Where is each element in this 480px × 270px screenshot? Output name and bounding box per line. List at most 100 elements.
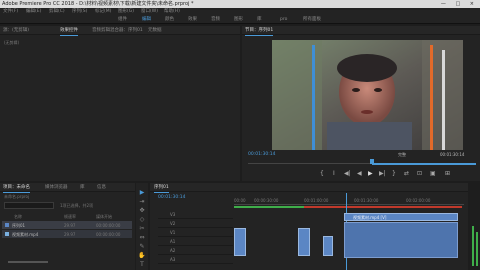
meter-left	[472, 226, 474, 266]
step-back-button[interactable]: ◀	[357, 170, 362, 177]
col-name[interactable]: 名称	[14, 214, 22, 220]
menu-graphics[interactable]: 图形(G)	[118, 8, 134, 16]
tab-audio-mixer[interactable]: 音频剪辑混合器：序列01	[92, 26, 143, 35]
menu-file[interactable]: 文件(F)	[3, 8, 18, 16]
render-bar-rendered	[234, 206, 304, 208]
track-select-tool-icon[interactable]: ⇥	[138, 198, 146, 206]
audio-meters	[470, 190, 480, 270]
meter-right	[476, 232, 478, 266]
ws-pro[interactable]: pro	[280, 16, 287, 24]
ws-audio[interactable]: 音频	[211, 16, 220, 24]
timeline-tabs: 序列01	[150, 183, 468, 193]
menu-edit[interactable]: 编辑(E)	[26, 8, 41, 16]
render-bar	[234, 206, 462, 208]
program-header: 节目：序列01	[242, 26, 480, 36]
track-header-v2[interactable]: V2	[158, 219, 233, 228]
window-controls[interactable]: — □ ×	[441, 0, 478, 8]
ws-effects[interactable]: 效果	[188, 16, 197, 24]
ws-graphics[interactable]: 图形	[234, 16, 243, 24]
extract-button[interactable]: ⊡	[417, 170, 422, 177]
timeline-timecode[interactable]: 00:01:30:14	[158, 195, 185, 200]
pen-tool-icon[interactable]: ✎	[138, 243, 146, 251]
zoom-slider[interactable]	[8, 261, 48, 263]
track-header-a2[interactable]: A2	[158, 246, 233, 255]
program-timecode[interactable]: 00:01:30:14	[248, 152, 275, 157]
rate-stretch-tool-icon[interactable]: ◇	[138, 216, 146, 224]
clip-segment[interactable]	[323, 236, 333, 256]
button-editor-button[interactable]: ⊞	[445, 170, 450, 177]
source-panel-tabs: 源：(无剪辑) 效果控件 音频剪辑混合器：序列01 元数据	[0, 26, 240, 36]
track-header-v1[interactable]: V1	[158, 228, 233, 237]
item-name: 序列01	[12, 223, 26, 228]
go-to-out-button[interactable]: }	[392, 170, 396, 177]
slip-tool-icon[interactable]: ⇔	[138, 234, 146, 242]
menu-window[interactable]: 窗口(W)	[141, 8, 158, 16]
menu-marker[interactable]: 标记(M)	[95, 8, 111, 16]
col-media-start[interactable]: 媒体开始	[96, 214, 112, 220]
tab-libraries[interactable]: 库	[80, 183, 85, 192]
col-frame-rate[interactable]: 帧速率	[64, 214, 76, 220]
list-item[interactable]: 序列01 29.97 00:00:00:00	[2, 221, 132, 229]
program-title[interactable]: 节目：序列01	[245, 26, 274, 36]
tab-info[interactable]: 信息	[97, 183, 106, 192]
workspace-bar: 组件 编辑 颜色 效果 音频 图形 库 pro 所有面板	[0, 16, 480, 24]
item-name: 视频素材.mp4	[12, 232, 39, 237]
tab-project[interactable]: 项目：未命名	[3, 183, 30, 193]
window-title: Adobe Premiere Pro CC 2018 - D:\材料\视频素材\…	[2, 1, 194, 7]
list-item[interactable]: 视频素材.mp4 29.97 00:00:00:00	[2, 230, 132, 238]
track-label: V2	[170, 221, 176, 226]
hand-tool-icon[interactable]: ✋	[138, 252, 146, 260]
clip-segment[interactable]	[298, 228, 310, 256]
menu-help[interactable]: 帮助(H)	[164, 8, 180, 16]
track-label: V1	[170, 230, 176, 235]
video-clip-icon	[5, 232, 9, 236]
track-header-a3[interactable]: A3	[158, 255, 233, 264]
ws-assembly[interactable]: 组件	[118, 16, 127, 24]
video-frame-image	[272, 40, 463, 150]
ripple-edit-tool-icon[interactable]: ✥	[138, 207, 146, 215]
ruler-label: 00:00:30:00	[254, 198, 279, 203]
ws-all-panels[interactable]: 所有面板	[303, 16, 321, 24]
mark-out-button[interactable]: I	[333, 170, 335, 177]
sequence-icon	[5, 223, 9, 227]
track-label: A2	[170, 248, 176, 253]
tab-media-browser[interactable]: 媒体浏览器	[45, 183, 68, 192]
track-header-v3[interactable]: V3	[158, 210, 233, 219]
ws-libraries[interactable]: 库	[257, 16, 262, 24]
track-label: V3	[170, 212, 176, 217]
ruler-label: 00:02:00:00	[406, 198, 431, 203]
clip-label: 视频素材.mp4 [V]	[353, 215, 387, 220]
mark-in-button[interactable]: {	[320, 170, 324, 177]
type-tool-icon[interactable]: T	[138, 261, 146, 269]
project-search-input[interactable]	[4, 202, 54, 209]
menu-clip[interactable]: 剪辑(C)	[49, 8, 65, 16]
step-forward-button[interactable]: ▶|	[379, 170, 386, 177]
project-path: 未命名.prproj	[4, 194, 30, 199]
tab-effect-controls[interactable]: 效果控件	[60, 26, 78, 36]
razor-tool-icon[interactable]: ✂	[138, 225, 146, 233]
program-fit-select[interactable]: 完整	[398, 152, 406, 158]
no-clip-label: (无剪辑)	[4, 40, 20, 45]
track-header-a1[interactable]: A1	[158, 237, 233, 246]
tab-metadata[interactable]: 元数据	[148, 26, 162, 35]
ws-editing[interactable]: 编辑	[142, 16, 151, 24]
menu-sequence[interactable]: 序列(S)	[72, 8, 87, 16]
program-scrubber[interactable]	[248, 159, 476, 165]
lift-button[interactable]: ⇄	[404, 170, 409, 177]
track-label: A1	[170, 239, 176, 244]
ws-color[interactable]: 颜色	[165, 16, 174, 24]
timeline-ruler[interactable]: 00:00 00:00:30:00 00:01:00:00 00:01:30:0…	[234, 195, 464, 205]
clip-segment[interactable]	[234, 228, 246, 256]
play-button[interactable]: ▶	[368, 170, 373, 177]
go-to-in-button[interactable]: ◀|	[344, 170, 351, 177]
tab-sequence[interactable]: 序列01	[154, 183, 169, 193]
video-clip[interactable]: 视频素材.mp4 [V]	[344, 213, 458, 221]
selection-tool-icon[interactable]: ▶	[138, 189, 146, 197]
source-panel: 源：(无剪辑) 效果控件 音频剪辑混合器：序列01 元数据 (无剪辑)	[0, 26, 240, 181]
ruler-label: 00:00	[234, 198, 246, 203]
tab-source[interactable]: 源：(无剪辑)	[3, 26, 29, 35]
project-panel: 项目：未命名 媒体浏览器 库 信息 未命名.prproj 1项已选择，共2项 名…	[0, 183, 135, 270]
item-fps: 29.97	[64, 232, 76, 237]
export-frame-button[interactable]: ▣	[430, 170, 436, 177]
video-clip-body[interactable]	[344, 222, 458, 258]
